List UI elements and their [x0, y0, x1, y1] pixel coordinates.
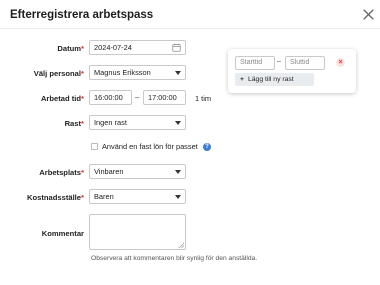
calendar-icon[interactable]	[172, 43, 181, 52]
chevron-down-icon	[175, 71, 181, 75]
rast-select[interactable]: Ingen rast	[89, 115, 186, 130]
personal-select[interactable]: Magnus Eriksson	[89, 65, 186, 80]
chevron-down-icon	[175, 195, 181, 199]
end-time-field[interactable]: 17:00:00	[143, 90, 186, 105]
kostnadsstalle-value: Baren	[94, 192, 114, 201]
fast-lon-checkbox[interactable]	[91, 143, 98, 150]
start-time-field[interactable]: 16:00:00	[89, 90, 132, 105]
break-start-placeholder: Starttid	[240, 59, 263, 66]
close-icon[interactable]	[363, 9, 374, 20]
time-separator: –	[135, 93, 140, 102]
datum-field[interactable]: 2024-07-24	[89, 40, 186, 55]
datum-label: Datum*	[57, 44, 84, 53]
datum-value: 2024-07-24	[94, 43, 132, 52]
remove-break-icon[interactable]: ×	[336, 58, 345, 67]
rast-label: Rast*	[64, 119, 84, 128]
dialog-title: Efterregistrera arbetspass	[10, 9, 154, 21]
break-separator: –	[277, 58, 281, 65]
arbetad-tid-label: Arbetad tid*	[40, 94, 84, 103]
resize-grip-icon[interactable]	[178, 242, 184, 248]
arbetsplats-select[interactable]: Vinbaren	[89, 164, 186, 179]
break-card: Starttid – Sluttid × + Lägg till ny rast	[228, 49, 356, 93]
start-time-value: 16:00:00	[94, 93, 123, 102]
duration-text: 1 tim	[195, 94, 212, 103]
personal-label: Välj personal*	[33, 69, 84, 78]
header-divider	[0, 28, 380, 29]
kommentar-label: Kommentar	[41, 229, 84, 238]
chevron-down-icon	[175, 170, 181, 174]
break-start-field[interactable]: Starttid	[235, 56, 275, 70]
kostnadsstalle-select[interactable]: Baren	[89, 189, 186, 204]
fast-lon-label[interactable]: Använd en fast lön för passet	[102, 142, 198, 151]
chevron-down-icon	[175, 121, 181, 125]
kostnadsstalle-label: Kostnadsställe*	[27, 193, 84, 202]
arbetsplats-value: Vinbaren	[94, 167, 124, 176]
end-time-value: 17:00:00	[148, 93, 177, 102]
kommentar-textarea[interactable]	[89, 214, 186, 250]
add-break-button[interactable]: + Lägg till ny rast	[235, 73, 314, 86]
kommentar-hint: Observera att kommentaren blir synlig fö…	[91, 255, 258, 262]
break-end-placeholder: Sluttid	[290, 59, 310, 66]
plus-icon: +	[240, 76, 244, 83]
arbetsplats-label: Arbetsplats*	[39, 168, 84, 177]
rast-value: Ingen rast	[94, 118, 127, 127]
question-icon[interactable]: ?	[203, 143, 211, 151]
break-end-field[interactable]: Sluttid	[285, 56, 325, 70]
add-break-label: Lägg till ny rast	[247, 76, 294, 83]
personal-value: Magnus Eriksson	[94, 68, 151, 77]
